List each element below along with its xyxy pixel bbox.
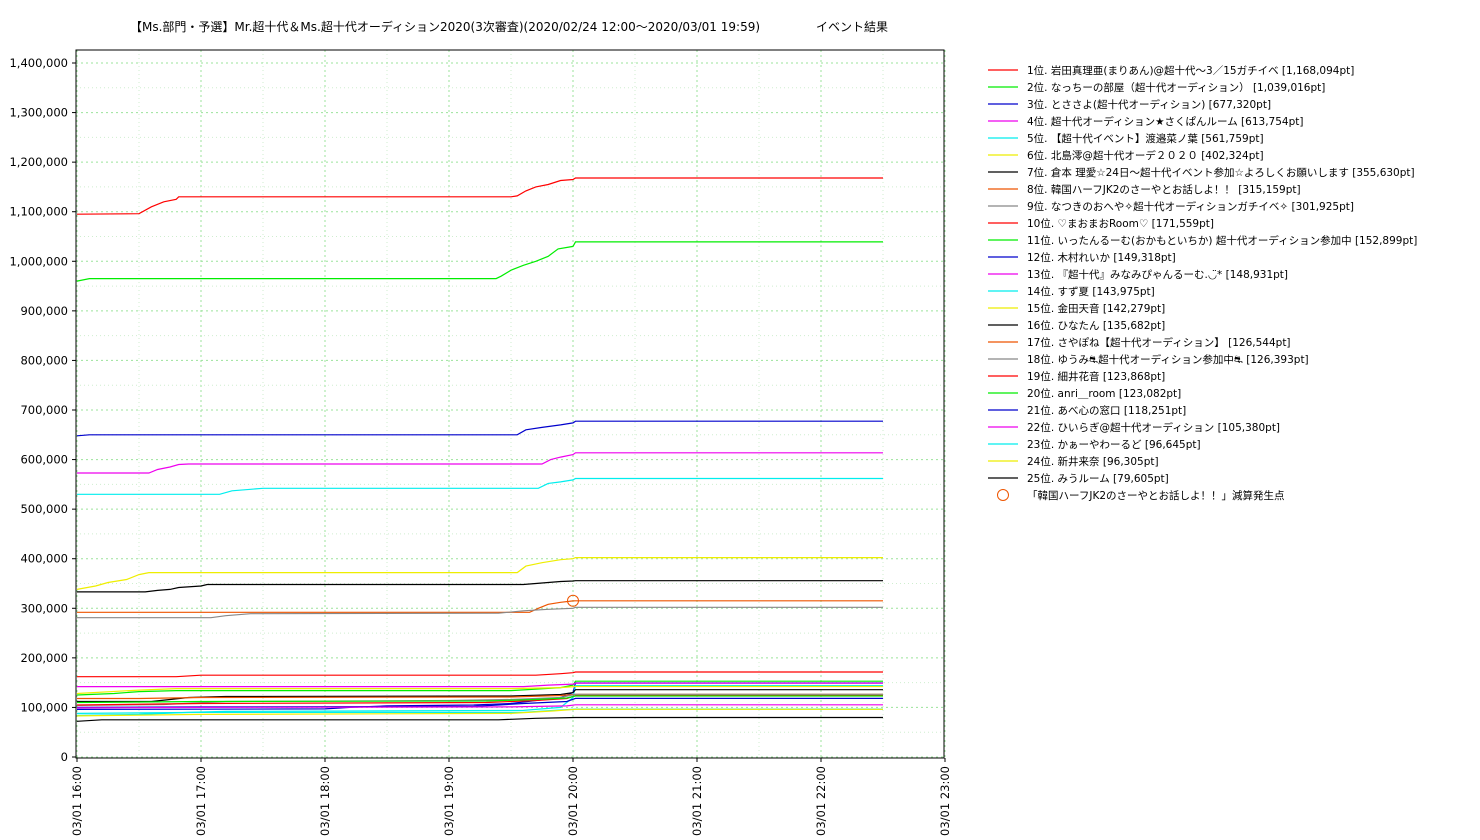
x-tick-label: 03/01 17:00 <box>194 766 208 836</box>
legend-entry: 1位. 岩田真理亜(まりあん)@超十代～3／15ガチイベ [1,168,094p… <box>1027 64 1354 77</box>
y-tick-label: 1,200,000 <box>9 155 68 169</box>
y-tick-label: 700,000 <box>20 403 68 417</box>
grid <box>76 50 946 758</box>
x-tick-label: 03/01 22:00 <box>814 766 828 836</box>
legend-annotation-entry: 「韓国ハーフJK2のさーやとお話しよ！！」減算発生点 <box>1027 489 1285 502</box>
series-line <box>76 420 883 437</box>
legend-annotation-marker <box>997 489 1009 501</box>
y-tick-label: 600,000 <box>20 453 68 467</box>
series-line <box>77 580 883 593</box>
chart: 【Ms.部門・予選】Mr.超十代＆Ms.超十代オーディション2020(3次審査)… <box>9 19 1417 836</box>
plot-frame <box>75 49 945 759</box>
y-tick-label: 800,000 <box>20 353 68 367</box>
legend-entry: 2位. なっちーの部屋（超十代オーディション） [1,039,016pt] <box>1027 81 1325 94</box>
legend-entry: 18位. ゆうみ⛐超十代オーディション参加中⛐ [126,393pt] <box>1027 353 1309 366</box>
legend: 1位. 岩田真理亜(まりあん)@超十代～3／15ガチイベ [1,168,094p… <box>988 64 1417 502</box>
y-tick-label: 900,000 <box>20 304 68 318</box>
series-line <box>77 600 883 613</box>
x-tick-label: 03/01 20:00 <box>566 766 580 836</box>
y-tick-label: 1,300,000 <box>9 106 68 120</box>
series-line <box>77 452 883 474</box>
legend-entry: 6位. 北島澪@超十代オーデ２０２０ [402,324pt] <box>1027 149 1264 162</box>
x-tick-label: 03/01 18:00 <box>318 766 332 836</box>
legend-entry: 4位. 超十代オーディション★さくぱんルーム [613,754pt] <box>1027 115 1303 128</box>
legend-entry: 24位. 新井来奈 [96,305pt] <box>1027 455 1159 468</box>
legend-entry: 3位. とささよ(超十代オーディション) [677,320pt] <box>1027 98 1271 111</box>
x-tick-label: 03/01 21:00 <box>690 766 704 836</box>
legend-entry: 10位. ♡まおまおRoom♡ [171,559pt] <box>1027 217 1214 230</box>
legend-entry: 14位. すず夏 [143,975pt] <box>1027 285 1155 298</box>
series-line <box>76 716 883 722</box>
x-tick-label: 03/01 19:00 <box>442 766 456 836</box>
legend-entry: 25位. みうルーム [79,605pt] <box>1027 472 1169 485</box>
y-tick-label: 500,000 <box>20 502 68 516</box>
legend-entry: 8位. 韓国ハーフJK2のさーやとお話しよ！！ [315,159pt] <box>1027 183 1301 196</box>
legend-entry: 23位. かぁーやわーるど [96,645pt] <box>1027 438 1201 451</box>
y-tick-label: 200,000 <box>20 651 68 665</box>
legend-entry: 12位. 木村れいか [149,318pt] <box>1027 251 1176 264</box>
series-lines <box>76 177 883 722</box>
chart-subtitle: イベント結果 <box>816 20 888 34</box>
legend-entry: 16位. ひなたん [135,682pt] <box>1027 319 1165 332</box>
series-line <box>77 671 883 678</box>
y-tick-label: 1,100,000 <box>9 205 68 219</box>
legend-entry: 20位. anri＿room [123,082pt] <box>1027 387 1181 400</box>
y-axis: 0 100,000 200,000 300,000 400,000 500,000 600,… <box>9 56 76 764</box>
y-tick-label: 1,000,000 <box>9 254 68 268</box>
legend-entry: 11位. いったんるーむ(おかもといちか) 超十代オーディション参加中 [152… <box>1027 234 1417 247</box>
legend-entry: 7位. 倉本 理愛☆24日～超十代イベント参加☆よろしくお願いします [355,… <box>1027 166 1415 179</box>
legend-entry: 21位. あべ心の窓口 [118,251pt] <box>1027 404 1186 417</box>
legend-entry: 9位. なつきのおへや✧超十代オーディションガチイベ✧ [301,925pt] <box>1027 200 1354 213</box>
y-tick-label: 300,000 <box>20 601 68 615</box>
y-tick-label: 0 <box>61 750 68 764</box>
legend-entry: 19位. 細井花音 [123,868pt] <box>1027 370 1165 383</box>
series-line <box>76 177 883 215</box>
chart-title: 【Ms.部門・予選】Mr.超十代＆Ms.超十代オーディション2020(3次審査)… <box>130 19 760 34</box>
x-tick-label: 03/01 23:00 <box>938 766 952 836</box>
x-tick-label: 03/01 16:00 <box>70 766 84 836</box>
legend-entry: 5位. 【超十代イベント】渡邉菜ノ葉 [561,759pt] <box>1027 132 1264 145</box>
legend-entry: 17位. さやぽね【超十代オーディション】 [126,544pt] <box>1027 336 1291 349</box>
y-tick-label: 1,400,000 <box>9 56 68 70</box>
legend-entry: 13位. 『超十代』みなみぴゃんるーむ.◡̈* [148,931pt] <box>1027 268 1288 281</box>
series-line <box>77 477 883 495</box>
legend-entry: 15位. 金田天音 [142,279pt] <box>1027 302 1165 315</box>
y-tick-label: 100,000 <box>20 700 68 714</box>
y-tick-label: 400,000 <box>20 552 68 566</box>
x-axis: 03/01 16:00 03/01 17:00 03/01 18:00 03/01 1… <box>70 758 952 836</box>
legend-entry: 22位. ひいらぎ@超十代オーディション [105,380pt] <box>1027 421 1280 434</box>
